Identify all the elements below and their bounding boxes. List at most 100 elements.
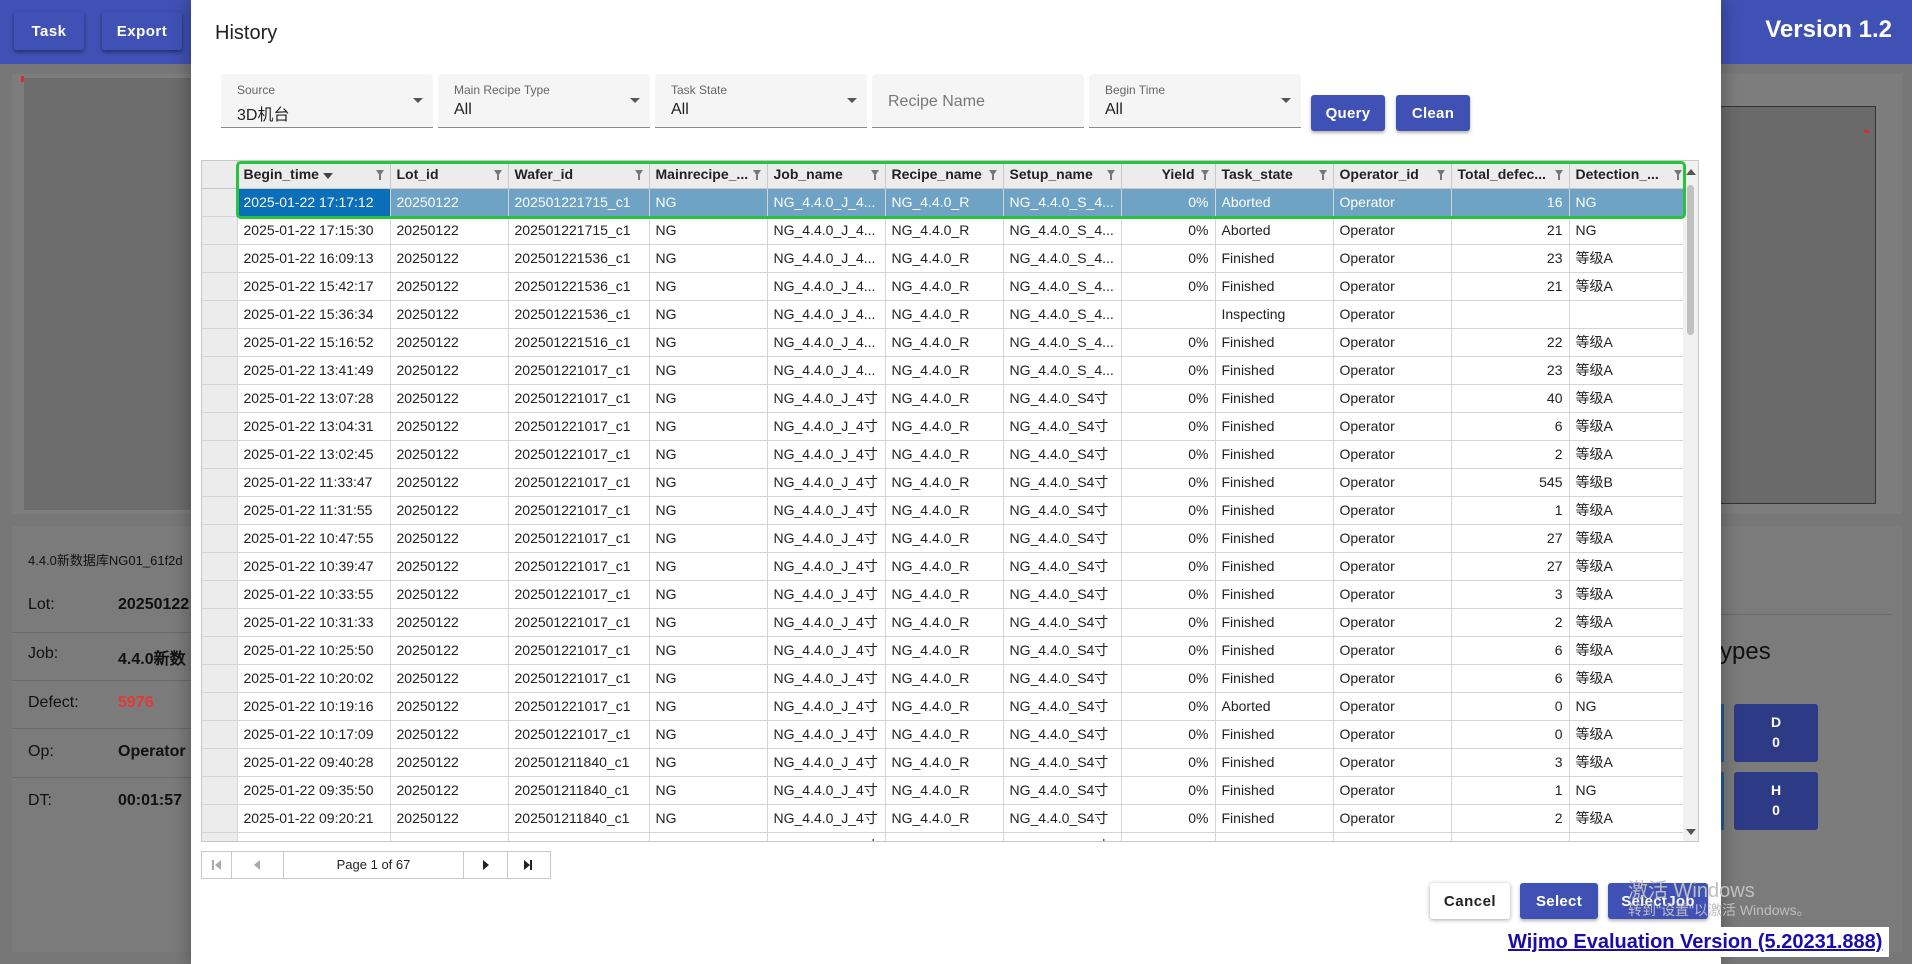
- scroll-down-icon[interactable]: [1686, 829, 1696, 835]
- table-cell[interactable]: NG: [1569, 188, 1689, 217]
- prev-page-button[interactable]: [232, 852, 284, 878]
- table-cell[interactable]: 2025-01-22 11:33:47: [237, 468, 391, 497]
- column-header[interactable]: Total_defec...: [1451, 161, 1570, 189]
- begin-time-select[interactable]: Begin Time All: [1089, 74, 1301, 128]
- table-cell[interactable]: NG_4.4.0_R: [885, 188, 1004, 217]
- filter-icon[interactable]: [1554, 170, 1563, 180]
- table-cell[interactable]: NG_4.4.0_J_4寸: [767, 748, 886, 777]
- table-cell[interactable]: 等级A: [1569, 384, 1689, 413]
- table-cell[interactable]: NG_4.4.0_S4寸: [1003, 692, 1122, 721]
- table-cell[interactable]: NG: [649, 720, 768, 749]
- table-cell[interactable]: 等级A: [1569, 524, 1689, 553]
- table-cell[interactable]: Finished: [1215, 328, 1334, 357]
- row-header[interactable]: [202, 496, 238, 525]
- table-cell[interactable]: Operator: [1333, 384, 1452, 413]
- table-cell[interactable]: Finished: [1215, 272, 1334, 301]
- table-cell[interactable]: Finished: [1215, 496, 1334, 525]
- table-cell[interactable]: Operator: [1333, 496, 1452, 525]
- table-row[interactable]: 2025-01-22 17:15:30 20250122 202501221715_…: [202, 216, 1689, 245]
- table-cell[interactable]: 20250122: [390, 524, 509, 553]
- first-page-button[interactable]: [202, 852, 232, 878]
- table-cell[interactable]: NG_4.4.0_S4寸: [1003, 608, 1122, 637]
- table-cell[interactable]: 202501221536_c1: [508, 272, 650, 301]
- filter-icon[interactable]: [375, 170, 384, 180]
- column-header[interactable]: Lot_id: [390, 161, 509, 189]
- table-cell[interactable]: 2: [1451, 804, 1570, 833]
- table-cell[interactable]: 202501221516_c1: [508, 328, 650, 357]
- table-row[interactable]: 2025-01-22 17:17:12 20250122 202501221715_…: [202, 188, 1689, 217]
- table-cell[interactable]: 6: [1451, 636, 1570, 665]
- table-cell[interactable]: Operator: [1333, 188, 1452, 217]
- table-cell[interactable]: NG_4.4.0_S4寸: [1003, 776, 1122, 805]
- table-cell[interactable]: NG_4.4.0_S4寸: [1003, 440, 1122, 469]
- table-cell[interactable]: Finished: [1215, 608, 1334, 637]
- table-cell[interactable]: NG_4.4.0_S4寸: [1003, 832, 1122, 841]
- row-header[interactable]: [202, 328, 238, 357]
- table-cell[interactable]: 202501221017_c1: [508, 580, 650, 609]
- table-cell[interactable]: 0%: [1121, 524, 1216, 553]
- table-cell[interactable]: Operator: [1333, 608, 1452, 637]
- table-cell[interactable]: NG: [649, 328, 768, 357]
- table-cell[interactable]: 2025-01-22 10:47:55: [237, 524, 391, 553]
- table-cell[interactable]: NG_4.4.0_S4寸: [1003, 664, 1122, 693]
- table-cell[interactable]: 等级A: [1569, 580, 1689, 609]
- row-header[interactable]: [202, 776, 238, 805]
- table-cell[interactable]: 202501221715_c1: [508, 188, 650, 217]
- table-cell[interactable]: 2025-01-22 10:33:55: [237, 580, 391, 609]
- table-row[interactable]: 2025-01-22 15:16:52 20250122 202501221516_…: [202, 328, 1689, 357]
- filter-icon[interactable]: [988, 170, 997, 180]
- table-row[interactable]: 2025-01-22 10:17:09 20250122 202501221017_…: [202, 720, 1689, 749]
- table-cell[interactable]: 21: [1451, 272, 1570, 301]
- table-cell[interactable]: 3: [1451, 748, 1570, 777]
- table-cell[interactable]: NG_4.4.0_R: [885, 552, 1004, 581]
- row-header[interactable]: [202, 468, 238, 497]
- table-cell[interactable]: 0%: [1121, 636, 1216, 665]
- table-row[interactable]: 2025-01-22 16:09:13 20250122 202501221536_…: [202, 244, 1689, 273]
- filter-icon[interactable]: [1318, 170, 1327, 180]
- table-cell[interactable]: Finished: [1215, 244, 1334, 273]
- table-cell[interactable]: Operator: [1333, 580, 1452, 609]
- table-cell[interactable]: NG_4.4.0_S4寸: [1003, 412, 1122, 441]
- table-cell[interactable]: NG: [1569, 776, 1689, 805]
- table-cell[interactable]: NG: [649, 804, 768, 833]
- table-cell[interactable]: NG_4.4.0_J_4寸: [767, 636, 886, 665]
- table-cell[interactable]: 202501211840_c1: [508, 804, 650, 833]
- table-cell[interactable]: 等级A: [1569, 608, 1689, 637]
- table-cell[interactable]: Operator: [1333, 244, 1452, 273]
- table-cell[interactable]: 23: [1451, 244, 1570, 273]
- table-cell[interactable]: NG: [649, 524, 768, 553]
- table-cell[interactable]: 1: [1451, 496, 1570, 525]
- table-cell[interactable]: NG: [649, 188, 768, 217]
- table-cell[interactable]: NG_4.4.0_S_4...: [1003, 216, 1122, 245]
- table-cell[interactable]: 等级A: [1569, 552, 1689, 581]
- select-button[interactable]: Select: [1520, 883, 1598, 919]
- table-cell[interactable]: 3: [1451, 580, 1570, 609]
- table-cell[interactable]: 20250122: [390, 608, 509, 637]
- table-cell[interactable]: Operator: [1333, 524, 1452, 553]
- table-cell[interactable]: NG_4.4.0_J_4寸: [767, 440, 886, 469]
- table-cell[interactable]: Operator: [1333, 216, 1452, 245]
- filter-icon[interactable]: [1106, 170, 1115, 180]
- table-row[interactable]: 2025-01-22 10:31:33 20250122 202501221017_…: [202, 608, 1689, 637]
- source-select[interactable]: Source 3D机台: [221, 74, 433, 128]
- table-row[interactable]: 2025-01-22 15:36:34 20250122 202501221536_…: [202, 300, 1689, 329]
- table-cell[interactable]: NG: [1569, 692, 1689, 721]
- table-cell[interactable]: 等级A: [1569, 440, 1689, 469]
- table-cell[interactable]: 2025-01-22 11:31:55: [237, 496, 391, 525]
- table-cell[interactable]: 等级A: [1569, 748, 1689, 777]
- task-state-select[interactable]: Task State All: [655, 74, 867, 128]
- table-cell[interactable]: NG: [649, 748, 768, 777]
- table-cell[interactable]: NG: [649, 692, 768, 721]
- table-cell[interactable]: 40: [1451, 384, 1570, 413]
- table-cell[interactable]: 2025-01-22 13:07:28: [237, 384, 391, 413]
- last-page-button[interactable]: [508, 852, 550, 878]
- table-row[interactable]: 2025-01-22 09:40:28 20250122 202501211840_…: [202, 748, 1689, 777]
- table-cell[interactable]: 2025-01-22 09:35:50: [237, 776, 391, 805]
- table-cell[interactable]: NG: [649, 272, 768, 301]
- column-header[interactable]: Yield: [1121, 161, 1216, 189]
- table-cell[interactable]: Aborted: [1215, 832, 1334, 841]
- table-cell[interactable]: Operator: [1333, 272, 1452, 301]
- cancel-button[interactable]: Cancel: [1430, 883, 1510, 919]
- table-cell[interactable]: 20250122: [390, 300, 509, 329]
- table-cell[interactable]: NG_4.4.0_R: [885, 776, 1004, 805]
